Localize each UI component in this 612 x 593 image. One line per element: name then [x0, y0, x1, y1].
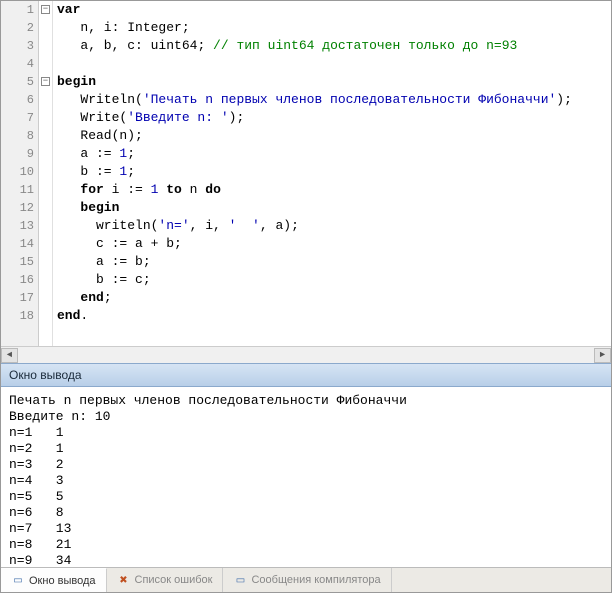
line-number: 17 [1, 289, 34, 307]
output-icon: ▭ [11, 574, 25, 588]
code-line[interactable]: for i := 1 to n do [57, 181, 611, 199]
line-number: 4 [1, 55, 34, 73]
line-number: 16 [1, 271, 34, 289]
code-line[interactable]: Writeln('Печать n первых членов последов… [57, 91, 611, 109]
line-number: 3 [1, 37, 34, 55]
line-number: 11 [1, 181, 34, 199]
line-number-gutter: 123456789101112131415161718 [1, 1, 39, 346]
code-line[interactable]: c := a + b; [57, 235, 611, 253]
errors-icon: ✖ [117, 573, 131, 587]
output-panel-header: Окно вывода [1, 363, 611, 387]
output-line: n=7 13 [9, 521, 603, 537]
output-line: Введите n: 10 [9, 409, 603, 425]
code-line[interactable]: Read(n); [57, 127, 611, 145]
output-line: n=2 1 [9, 441, 603, 457]
line-number: 1 [1, 1, 34, 19]
tab-errors-label: Список ошибок [135, 574, 213, 586]
code-line[interactable]: writeln('n=', i, ' ', a); [57, 217, 611, 235]
fold-column[interactable]: − − [39, 1, 53, 346]
code-line[interactable]: begin [57, 73, 611, 91]
compiler-icon: ▭ [233, 573, 247, 587]
line-number: 10 [1, 163, 34, 181]
code-line[interactable]: Write('Введите n: '); [57, 109, 611, 127]
code-line[interactable]: var [57, 1, 611, 19]
output-panel-body[interactable]: Печать n первых членов последовательност… [1, 387, 611, 567]
code-line[interactable]: b := c; [57, 271, 611, 289]
output-line: n=1 1 [9, 425, 603, 441]
output-line: Печать n первых членов последовательност… [9, 393, 603, 409]
fold-toggle-icon[interactable]: − [41, 5, 50, 14]
line-number: 7 [1, 109, 34, 127]
code-line[interactable]: n, i: Integer; [57, 19, 611, 37]
fold-toggle-icon[interactable]: − [41, 77, 50, 86]
bottom-tabbar: ▭ Окно вывода ✖ Список ошибок ▭ Сообщени… [1, 567, 611, 592]
output-line: n=9 34 [9, 553, 603, 567]
output-line: n=5 5 [9, 489, 603, 505]
line-number: 6 [1, 91, 34, 109]
horizontal-scrollbar[interactable]: ◄ ► [1, 346, 611, 363]
scroll-right-button[interactable]: ► [594, 348, 611, 363]
output-line: n=4 3 [9, 473, 603, 489]
code-line[interactable]: end. [57, 307, 611, 325]
output-line: n=8 21 [9, 537, 603, 553]
code-line[interactable]: a, b, c: uint64; // тип uint64 достаточе… [57, 37, 611, 55]
line-number: 12 [1, 199, 34, 217]
scroll-track[interactable] [18, 348, 594, 363]
code-content[interactable]: var n, i: Integer; a, b, c: uint64; // т… [53, 1, 611, 346]
code-editor[interactable]: 123456789101112131415161718 − − var n, i… [1, 1, 611, 346]
output-line: n=6 8 [9, 505, 603, 521]
line-number: 18 [1, 307, 34, 325]
tab-compiler[interactable]: ▭ Сообщения компилятора [223, 568, 391, 592]
tab-compiler-label: Сообщения компилятора [251, 574, 380, 586]
line-number: 5 [1, 73, 34, 91]
code-line[interactable]: b := 1; [57, 163, 611, 181]
tab-output-label: Окно вывода [29, 575, 96, 587]
line-number: 9 [1, 145, 34, 163]
line-number: 14 [1, 235, 34, 253]
tab-errors[interactable]: ✖ Список ошибок [107, 568, 224, 592]
code-line[interactable]: a := 1; [57, 145, 611, 163]
output-line: n=3 2 [9, 457, 603, 473]
scroll-left-button[interactable]: ◄ [1, 348, 18, 363]
code-line[interactable]: end; [57, 289, 611, 307]
line-number: 13 [1, 217, 34, 235]
line-number: 15 [1, 253, 34, 271]
line-number: 8 [1, 127, 34, 145]
tab-output[interactable]: ▭ Окно вывода [1, 568, 107, 592]
code-line[interactable] [57, 55, 611, 73]
code-line[interactable]: begin [57, 199, 611, 217]
line-number: 2 [1, 19, 34, 37]
code-line[interactable]: a := b; [57, 253, 611, 271]
